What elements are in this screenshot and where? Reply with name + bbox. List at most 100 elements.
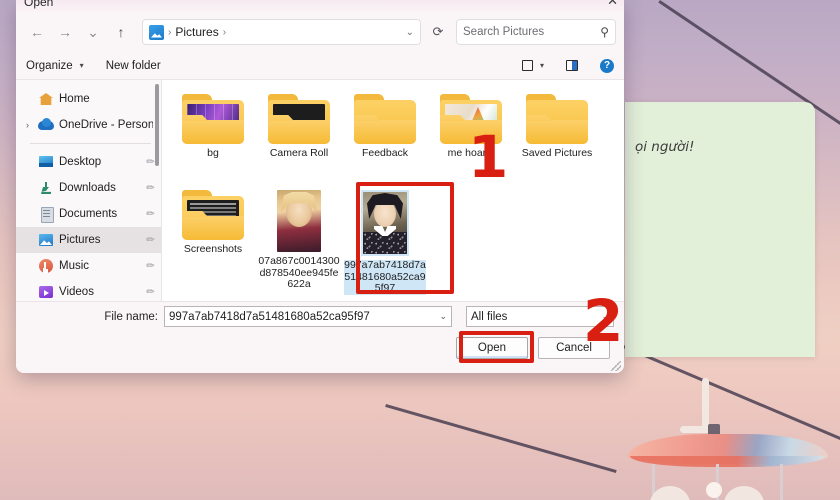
file-name-label: Screenshots [183,243,243,255]
breadcrumb-chevron-down-icon[interactable]: ⌄ [406,27,414,38]
file-thumbnail [182,190,244,240]
open-file-dialog: Open ✕ ← → ⌄ ↑ › Pictures › ⌄ ⟳ Search P… [16,0,624,373]
folder-icon [526,94,588,144]
view-options-button[interactable]: ▾ [521,60,544,71]
cancel-button[interactable]: Cancel [538,337,610,359]
new-folder-button[interactable]: New folder [106,60,161,72]
preview-pane-icon[interactable] [566,60,578,71]
dialog-body: Home › OneDrive - Personal Desktop ✐ Download… [16,80,624,301]
sidebar-item-home[interactable]: Home [16,86,161,112]
resize-grip[interactable] [611,361,621,371]
file-name-value: 997a7ab7418d7a51481680a52ca95f97 [169,310,370,323]
download-icon [38,180,54,196]
dialog-title: Open [24,0,54,9]
sidebar-item-label: Desktop [59,156,102,168]
up-icon[interactable]: ↑ [108,19,134,45]
refresh-icon[interactable]: ⟳ [426,19,450,45]
file-name-row: File name: 997a7ab7418d7a51481680a52ca95… [16,301,624,331]
folder-tile[interactable]: Camera Roll [256,90,342,186]
photo-thumbnail [277,190,321,252]
sidebar-item-label: Pictures [59,234,101,246]
organize-button[interactable]: Organize ▾ [26,60,84,72]
sidebar-divider [30,143,151,144]
image-file-tile[interactable]: 07a867c0014300d878540ee945fe622a [256,186,342,290]
cable-line [385,404,617,474]
folder-icon [440,94,502,144]
file-name-label: 997a7ab7418d7a51481680a52ca95f97 [344,259,426,295]
file-thumbnail [268,94,330,144]
chevron-down-icon[interactable]: ⌄ [601,311,609,322]
file-list-area[interactable]: bg Camera Roll Feedback me hoang Saved Pictu… [162,80,624,301]
breadcrumb[interactable]: › Pictures › ⌄ [142,19,421,45]
organize-label: Organize [26,59,73,72]
sidebar-scrollbar-thumb[interactable] [155,84,159,166]
view-icon [521,60,533,71]
pin-icon[interactable]: ✐ [142,259,156,273]
folder-tile[interactable]: Feedback [342,90,428,186]
recent-locations-chevron-down-icon[interactable]: ⌄ [80,19,106,45]
help-icon[interactable]: ? [600,58,614,73]
open-button[interactable]: Open [456,337,528,359]
dialog-title-bar[interactable]: Open ✕ [16,0,624,12]
pin-icon[interactable]: ✐ [142,207,156,221]
chevron-right-icon[interactable]: › [22,120,33,130]
folder-tile[interactable]: me hoang [428,90,514,186]
navigation-sidebar: Home › OneDrive - Personal Desktop ✐ Download… [16,80,162,301]
desktop-icon [38,154,54,170]
file-thumbnail [361,190,409,256]
file-name-label: Camera Roll [269,147,329,159]
search-icon[interactable]: ⚲ [600,25,609,39]
sticky-note-text: ọi người! [635,139,695,155]
sidebar-item-documents[interactable]: Documents ✐ [16,201,161,227]
file-name-label: Feedback [361,147,409,159]
image-file-tile[interactable]: 997a7ab7418d7a51481680a52ca95f97 [342,186,428,295]
back-icon[interactable]: ← [24,19,50,45]
sidebar-item-pictures[interactable]: Pictures ✐ [16,227,161,253]
music-icon [38,258,54,274]
close-icon[interactable]: ✕ [607,0,618,7]
file-thumbnail [182,94,244,144]
sidebar-item-desktop[interactable]: Desktop ✐ [16,149,161,175]
photo-thumbnail [363,192,407,254]
file-name-input[interactable]: 997a7ab7418d7a51481680a52ca95f97 ⌄ [164,306,452,327]
chevron-down-icon: ▾ [539,61,544,70]
sidebar-item-label: Videos [59,286,94,298]
breadcrumb-separator: › [168,26,172,38]
file-type-filter-dropdown[interactable]: All files ⌄ [466,306,614,327]
sticky-note[interactable]: ọi người! [625,102,815,357]
folder-icon [268,94,330,144]
sidebar-item-onedrive-personal[interactable]: › OneDrive - Personal [16,112,161,138]
pin-icon[interactable]: ✐ [142,181,156,195]
navigation-bar: ← → ⌄ ↑ › Pictures › ⌄ ⟳ Search Pictures… [16,12,624,52]
command-bar: Organize ▾ New folder ▾ ? [16,52,624,80]
pin-icon[interactable]: ✐ [142,285,156,299]
sidebar-item-music[interactable]: Music ✐ [16,253,161,279]
search-placeholder: Search Pictures [463,26,545,38]
chairlift-graphic [624,378,834,500]
file-name-label: bg [207,147,219,159]
sidebar-item-videos[interactable]: Videos ✐ [16,279,161,301]
folder-tile[interactable]: Saved Pictures [514,90,600,186]
sidebar-item-label: Documents [59,208,118,220]
file-thumbnail [354,94,416,144]
chevron-down-icon[interactable]: ⌄ [439,311,447,322]
video-icon [38,284,54,300]
breadcrumb-item-pictures[interactable]: Pictures [175,25,218,39]
pin-icon[interactable]: ✐ [142,233,156,247]
forward-icon[interactable]: → [52,19,78,45]
folder-tile[interactable]: bg [170,90,256,186]
sidebar-item-label: Downloads [59,182,116,194]
search-input[interactable]: Search Pictures ⚲ [456,19,616,45]
sidebar-item-downloads[interactable]: Downloads ✐ [16,175,161,201]
pictures-folder-icon [149,24,164,40]
sidebar-item-label: Home [59,93,90,105]
folder-icon [182,94,244,144]
sidebar-item-label: Music [59,260,90,272]
pin-icon[interactable]: ✐ [142,155,156,169]
cloud-icon [38,117,54,133]
file-name-label: me hoang [447,147,495,159]
folder-tile[interactable]: Screenshots [170,186,256,282]
folder-icon [182,190,244,240]
file-name-label: 07a867c0014300d878540ee945fe622a [258,255,340,290]
pictures-icon [38,232,54,248]
